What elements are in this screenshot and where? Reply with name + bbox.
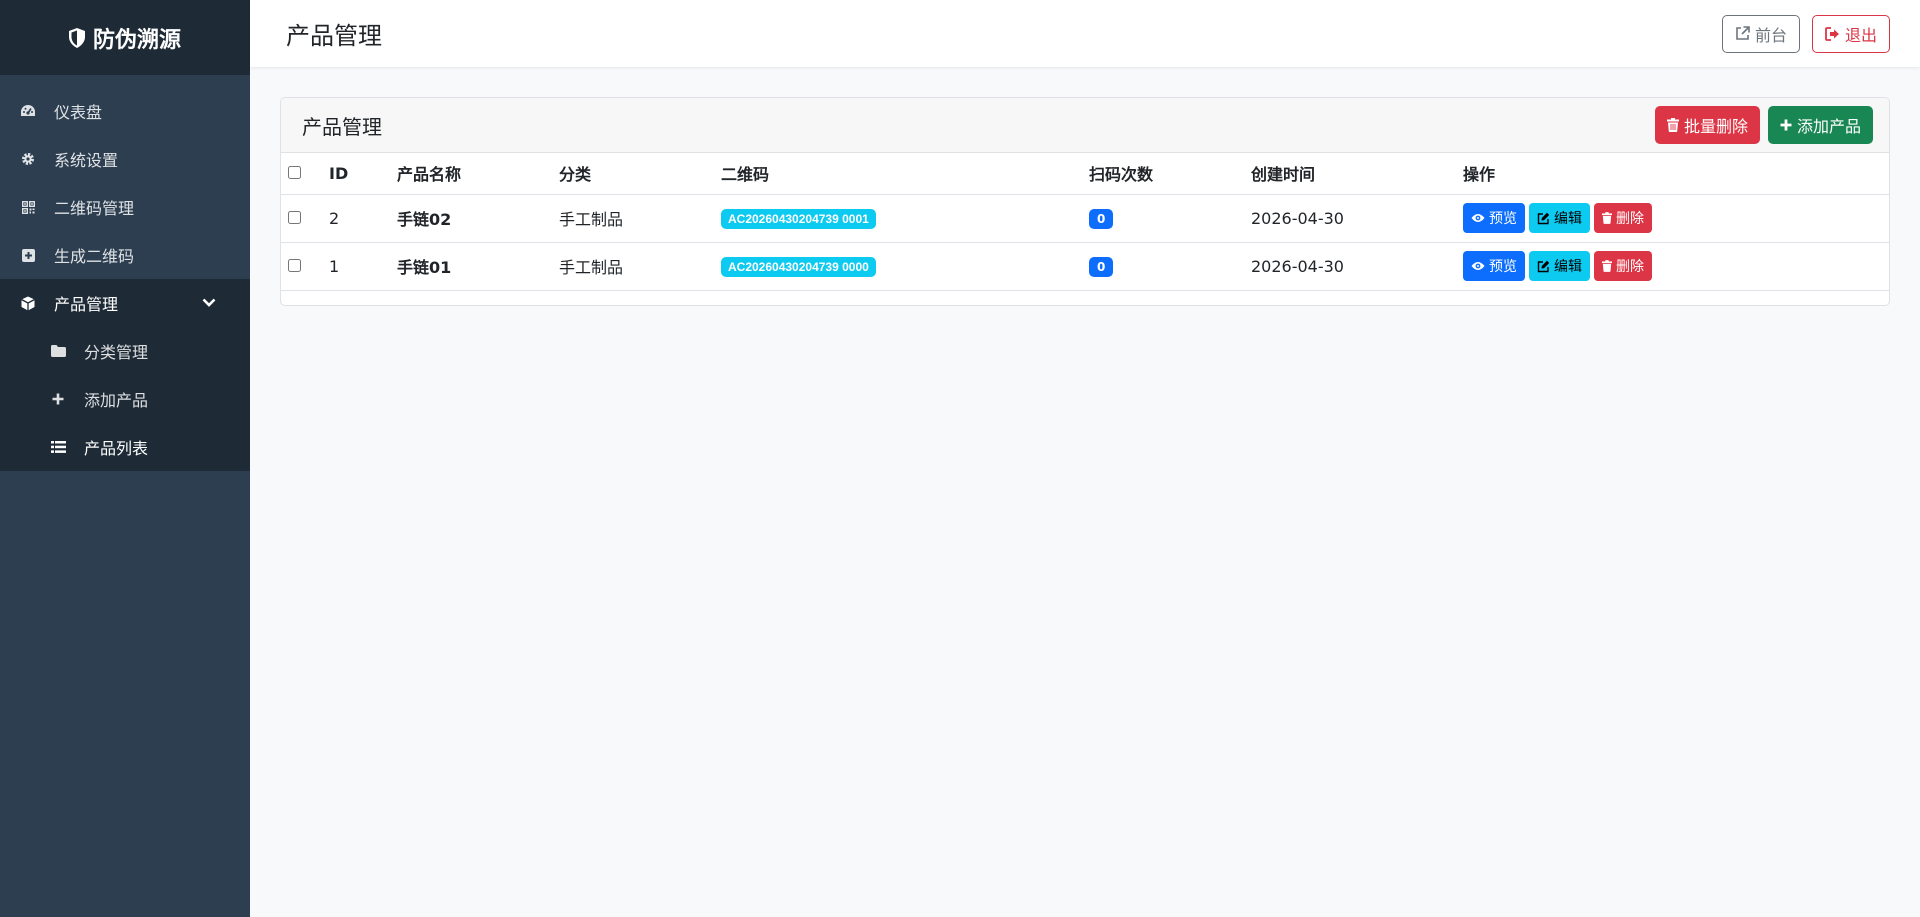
topbar: 产品管理 前台 退出 — [250, 0, 1920, 67]
preview-button[interactable]: 预览 — [1463, 251, 1525, 281]
scan-count-badge: 0 — [1089, 208, 1114, 229]
sidebar-item-category-management[interactable]: 分类管理 — [0, 327, 250, 375]
cell-id: 1 — [329, 256, 340, 276]
dashboard-icon — [20, 103, 36, 119]
logout-button[interactable]: 退出 — [1811, 14, 1890, 53]
cell-category: 手工制品 — [559, 210, 624, 229]
page-title: 产品管理 — [286, 22, 382, 50]
sidebar-item-label: 产品管理 — [54, 295, 119, 314]
table-row: 1 手链01 手工制品 AC20260430204739 0000 0 2026… — [281, 242, 1889, 290]
folder-icon — [50, 343, 66, 359]
sidebar-item-settings[interactable]: 系统设置 — [0, 135, 250, 183]
cell-category: 手工制品 — [559, 258, 624, 277]
row-actions: 预览 编辑 删除 — [1463, 251, 1889, 281]
external-link-icon — [1736, 26, 1750, 40]
shield-icon — [68, 27, 85, 48]
table-header-row: ID 产品名称 分类 二维码 扫码次数 创建时间 操作 — [281, 153, 1889, 194]
qrcode-icon — [20, 199, 36, 215]
column-header-category: 分类 — [559, 165, 592, 185]
plus-icon — [50, 391, 66, 407]
qrcode-badge: AC20260430204739 0000 — [721, 256, 876, 277]
brand-title: 防伪溯源 — [92, 27, 181, 53]
sidebar: 防伪溯源 仪表盘 系统设置 二维码管理 生成二维码 产品管理 分类管理 添加产品… — [0, 0, 250, 917]
card-header: 产品管理 批量删除 添加产品 — [281, 98, 1889, 153]
cell-id: 2 — [329, 208, 340, 228]
preview-button[interactable]: 预览 — [1463, 203, 1525, 233]
select-all-cell — [281, 153, 329, 194]
column-header-scans: 扫码次数 — [1089, 165, 1154, 185]
sidebar-item-label: 二维码管理 — [54, 199, 135, 218]
sign-out-icon — [1825, 26, 1839, 41]
frontend-button-label: 前台 — [1754, 27, 1787, 45]
sidebar-item-add-product[interactable]: 添加产品 — [0, 375, 250, 423]
delete-button[interactable]: 删除 — [1594, 251, 1652, 281]
edit-button[interactable]: 编辑 — [1529, 251, 1590, 281]
cube-icon — [20, 295, 36, 311]
list-icon — [50, 439, 66, 455]
batch-delete-button[interactable]: 批量删除 — [1654, 106, 1760, 144]
sidebar-item-generate-qrcode[interactable]: 生成二维码 — [0, 231, 250, 279]
sidebar-item-label: 生成二维码 — [54, 247, 135, 266]
cell-created: 2026-04-30 — [1251, 208, 1344, 228]
row-checkbox[interactable] — [288, 210, 301, 224]
card-title: 产品管理 — [302, 114, 382, 139]
sidebar-item-label: 系统设置 — [54, 151, 119, 170]
sidebar-item-label: 仪表盘 — [54, 103, 103, 122]
scan-count-badge: 0 — [1089, 256, 1114, 277]
column-header-created: 创建时间 — [1251, 165, 1316, 185]
select-all-checkbox[interactable] — [288, 165, 301, 179]
logout-button-label: 退出 — [1844, 27, 1877, 45]
trash-icon — [1602, 212, 1612, 224]
column-header-actions: 操作 — [1463, 165, 1496, 185]
sidebar-item-product-management[interactable]: 产品管理 — [0, 279, 250, 327]
sidebar-item-qrcode-management[interactable]: 二维码管理 — [0, 183, 250, 231]
top-actions: 前台 退出 — [1721, 14, 1890, 53]
edit-icon — [1537, 212, 1550, 224]
plus-square-icon — [20, 247, 36, 263]
row-actions: 预览 编辑 删除 — [1463, 203, 1889, 233]
frontend-button[interactable]: 前台 — [1721, 14, 1800, 53]
sidebar-item-product-list[interactable]: 产品列表 — [0, 423, 250, 471]
card-actions: 批量删除 添加产品 — [1654, 106, 1873, 144]
trash-icon — [1602, 260, 1612, 272]
submenu-item-label: 分类管理 — [84, 343, 149, 362]
sidebar-nav: 仪表盘 系统设置 二维码管理 生成二维码 产品管理 分类管理 添加产品 产品列表 — [0, 75, 250, 471]
trash-icon — [1666, 118, 1679, 132]
column-header-name: 产品名称 — [397, 165, 462, 185]
row-checkbox[interactable] — [288, 258, 301, 272]
brand[interactable]: 防伪溯源 — [0, 0, 250, 75]
column-header-qrcode: 二维码 — [721, 165, 770, 185]
delete-button[interactable]: 删除 — [1594, 203, 1652, 233]
product-table: ID 产品名称 分类 二维码 扫码次数 创建时间 操作 2 手链02 手工制品 … — [281, 153, 1889, 291]
product-submenu: 分类管理 添加产品 产品列表 — [0, 327, 250, 471]
table-row: 2 手链02 手工制品 AC20260430204739 0001 0 2026… — [281, 194, 1889, 242]
chevron-down-icon[interactable] — [202, 293, 216, 312]
cell-name: 手链02 — [397, 210, 452, 229]
plus-icon — [1780, 119, 1792, 131]
sidebar-item-dashboard[interactable]: 仪表盘 — [0, 87, 250, 135]
gear-icon — [20, 151, 36, 167]
edit-button[interactable]: 编辑 — [1529, 203, 1590, 233]
cell-name: 手链01 — [397, 258, 452, 277]
eye-icon — [1471, 262, 1485, 270]
column-header-id: ID — [329, 163, 349, 183]
cell-created: 2026-04-30 — [1251, 256, 1344, 276]
submenu-item-label: 产品列表 — [84, 439, 149, 458]
product-card: 产品管理 批量删除 添加产品 ID 产品名称 分类 二维码 扫码次数 创建时间 … — [280, 97, 1890, 306]
submenu-item-label: 添加产品 — [84, 391, 149, 410]
eye-icon — [1471, 214, 1485, 222]
batch-delete-label: 批量删除 — [1683, 119, 1748, 136]
add-product-label: 添加产品 — [1796, 119, 1861, 136]
add-product-button[interactable]: 添加产品 — [1767, 106, 1873, 144]
edit-icon — [1537, 260, 1550, 272]
qrcode-badge: AC20260430204739 0001 — [721, 208, 876, 229]
